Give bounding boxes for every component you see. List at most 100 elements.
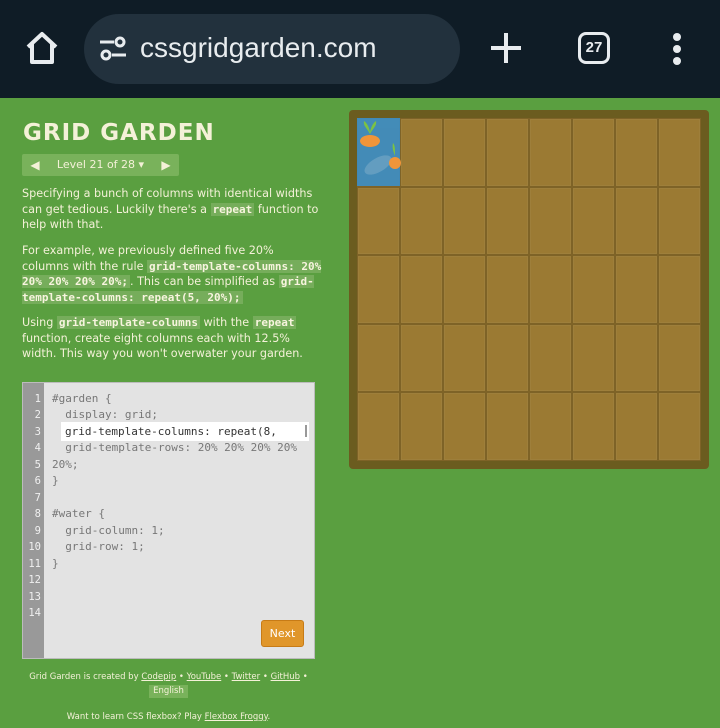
code-line: grid-column: 1; (52, 524, 165, 537)
tab-switcher-icon[interactable]: 27 (578, 32, 610, 64)
home-button[interactable] (22, 28, 62, 68)
carrot-icon (360, 121, 380, 147)
soil-plot (529, 118, 572, 187)
code-line: #garden { (52, 392, 112, 405)
twitter-link[interactable]: Twitter (232, 672, 261, 682)
site-info-icon[interactable] (98, 36, 128, 62)
codepip-link[interactable]: Codepip (141, 672, 176, 682)
line-number: 2 (34, 409, 41, 421)
soil-plot (529, 323, 572, 393)
line-number: 3 (34, 426, 41, 438)
line-number: 14 (28, 607, 41, 619)
line-number: 12 (28, 574, 41, 586)
browser-toolbar: cssgridgarden.com 27 (0, 0, 720, 98)
soil-plot (486, 323, 529, 393)
soil-plot (486, 118, 529, 187)
line-number: 13 (28, 591, 41, 603)
text-caret (305, 425, 307, 437)
soil-plot (400, 323, 443, 393)
soil-plot (357, 392, 400, 461)
soil-plot (658, 118, 701, 187)
new-tab-icon (491, 33, 521, 63)
home-icon (26, 32, 58, 64)
soil-plot (400, 255, 443, 324)
line-number: 7 (34, 492, 41, 504)
previous-level-icon[interactable]: ◀ (26, 154, 44, 176)
next-button[interactable]: Next (261, 620, 304, 647)
soil-plot (615, 186, 658, 256)
soil-plot (486, 392, 529, 461)
soil-plot (400, 186, 443, 256)
soil-plot (572, 118, 615, 187)
next-level-icon[interactable]: ▶ (157, 154, 175, 176)
code-line: #water { (52, 507, 105, 520)
line-number: 8 (34, 508, 41, 520)
soil-plot (572, 186, 615, 256)
soil-plot (658, 186, 701, 256)
code-line: grid-template-rows: 20% 20% 20% 20% (52, 441, 298, 454)
soil-plot (658, 323, 701, 393)
soil-plot (400, 392, 443, 461)
soil-plot (615, 118, 658, 187)
soil-plot (529, 186, 572, 256)
flexbox-promo: Want to learn CSS flexbox? Play Flexbox … (66, 712, 271, 722)
soil-plot (486, 255, 529, 324)
soil-plot (443, 323, 486, 393)
soil-plot (486, 186, 529, 256)
url-text: cssgridgarden.com (140, 32, 377, 63)
soil-plot (357, 323, 400, 393)
github-link[interactable]: GitHub (271, 672, 300, 682)
line-number: 9 (34, 525, 41, 537)
soil-plot (443, 392, 486, 461)
code-property: grid-template-columns (56, 316, 200, 329)
code-line: 20%; (52, 458, 79, 471)
flexbox-froggy-link[interactable]: Flexbox Froggy (205, 712, 268, 722)
soil-plot (443, 255, 486, 324)
soil-plot (658, 255, 701, 324)
soil-plot (572, 392, 615, 461)
game-title: GRID GARDEN (23, 120, 215, 146)
address-bar[interactable]: cssgridgarden.com (84, 14, 460, 84)
soil-plot (443, 186, 486, 256)
code-line: } (52, 557, 59, 570)
line-number: 6 (34, 475, 41, 487)
code-repeat: repeat (210, 202, 255, 216)
css-editor: 1 2 3 4 5 6 7 8 9 10 11 12 13 14 #garden… (22, 382, 315, 659)
soil-plot (615, 392, 658, 461)
youtube-link[interactable]: YouTube (187, 672, 222, 682)
soil-plot (615, 255, 658, 324)
instruction-paragraph-2: For example, we previously defined five … (22, 244, 322, 304)
soil-plot (357, 255, 400, 324)
soil-plot (529, 392, 572, 461)
line-number-gutter: 1 2 3 4 5 6 7 8 9 10 11 12 13 14 (23, 383, 44, 658)
line-number: 10 (28, 541, 41, 553)
css-answer-input[interactable] (61, 422, 309, 441)
soil-plot (572, 255, 615, 324)
soil-plot (443, 118, 486, 187)
level-selector: ◀ Level 21 of 28 ▾ ▶ (22, 154, 179, 176)
soil-plot (615, 323, 658, 393)
code-line: display: grid; (52, 408, 158, 421)
line-number: 1 (34, 393, 41, 405)
code-function: repeat (252, 316, 297, 329)
code-line: } (52, 474, 59, 487)
soil-plot (658, 392, 701, 461)
language-selector[interactable]: English (149, 685, 188, 698)
credits: Grid Garden is created by Codepip • YouT… (29, 672, 308, 698)
instruction-paragraph-1: Specifying a bunch of columns with ident… (22, 187, 319, 231)
level-indicator[interactable]: Level 21 of 28 ▾ (44, 154, 157, 176)
new-tab-button[interactable] (488, 30, 524, 66)
soil-plot (529, 255, 572, 324)
line-number: 4 (34, 442, 41, 454)
soil-grid (357, 118, 701, 461)
garden-board (349, 110, 709, 469)
soil-plot (572, 323, 615, 393)
carrot-icon (389, 143, 401, 169)
instruction-paragraph-3: Using grid-template-columns with the rep… (22, 316, 303, 360)
line-number: 11 (28, 558, 41, 570)
more-menu-icon[interactable] (670, 33, 684, 65)
soil-plot (357, 186, 400, 256)
soil-plot (400, 118, 443, 187)
code-line: grid-row: 1; (52, 540, 145, 553)
line-number: 5 (34, 459, 41, 471)
